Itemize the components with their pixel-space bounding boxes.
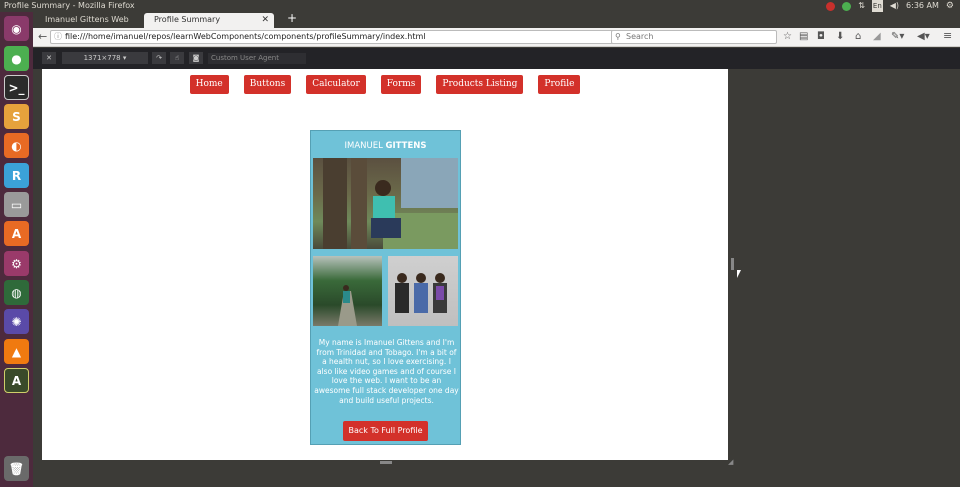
keyboard-layout-indicator[interactable]: En [871, 0, 883, 12]
responsive-design-toolbar: ✕ 1371×778 ▾ ↷ ☝ ◙ Custom User Agent [33, 48, 960, 69]
touch-simulation-icon[interactable]: ☝ [170, 52, 184, 64]
files-icon[interactable]: ▭ [4, 192, 29, 217]
settings-gear-icon[interactable]: ⚙ [946, 0, 954, 12]
profile-last-name: GITTENS [385, 141, 427, 151]
record-indicator-icon[interactable] [826, 1, 836, 11]
navigation-toolbar: ← ⓘ file:///home/imanuel/repos/learnWebC… [33, 28, 960, 47]
search-bar[interactable]: ⚲ Search [611, 30, 777, 44]
back-arrow-icon[interactable]: ← [38, 30, 47, 43]
terminal-icon[interactable]: >_ [4, 75, 29, 100]
chrome-indicator-icon[interactable] [842, 1, 852, 11]
page-viewport: Home Buttons Calculator Forms Products L… [42, 69, 728, 460]
nav-home-button[interactable]: Home [189, 75, 229, 94]
r-app-icon[interactable]: R [4, 163, 29, 188]
hamburger-menu-icon[interactable]: ≡ [943, 29, 952, 42]
search-placeholder: Search [626, 32, 654, 41]
nav-calculator-button[interactable]: Calculator [306, 75, 366, 94]
tab-bar: Imanuel Gittens Web P… Profile Summary ✕… [33, 11, 960, 38]
volume-icon[interactable]: ◀) [890, 0, 899, 12]
sublime-text-icon[interactable]: S [4, 104, 29, 129]
tab-label: Profile Summary [154, 15, 221, 24]
viewport-corner-resize-handle[interactable]: ◢ [728, 458, 733, 466]
viewport-size-select[interactable]: 1371×778 ▾ [62, 52, 148, 64]
download-icon[interactable]: ⬇ [836, 31, 844, 42]
nav-forms-button[interactable]: Forms [380, 75, 422, 94]
rotate-icon[interactable]: ↷ [152, 52, 166, 64]
send-icon[interactable]: ◢ [873, 31, 881, 42]
search-icon: ⚲ [615, 32, 621, 41]
profile-name: IMANUEL GITTENS [311, 141, 460, 153]
close-tab-icon[interactable]: ✕ [261, 13, 269, 27]
gallery-photo-right [388, 256, 458, 326]
viewport-height-resize-handle[interactable] [380, 461, 392, 464]
profile-card: IMANUEL GITTENS My name is Imanuel Gitte… [310, 130, 461, 445]
system-top-panel: Profile Summary - Mozilla Firefox ⇅ En ◀… [0, 0, 960, 12]
new-tab-icon[interactable]: + [287, 11, 297, 25]
back-to-full-profile-button[interactable]: Back To Full Profile [343, 421, 428, 441]
main-profile-photo [313, 158, 458, 249]
software-center-icon[interactable]: A [4, 221, 29, 246]
close-rdm-icon[interactable]: ✕ [42, 52, 56, 64]
trash-icon[interactable]: 🗑 [4, 456, 29, 481]
profile-first-name: IMANUEL [344, 141, 383, 151]
system-tray: ⇅ En ◀) 6:36 AM ⚙ [826, 0, 954, 12]
nav-products-listing-button[interactable]: Products Listing [436, 75, 524, 94]
nav-buttons-button[interactable]: Buttons [243, 75, 292, 94]
url-bar[interactable]: ⓘ file:///home/imanuel/repos/learnWebCom… [50, 30, 639, 44]
user-agent-input[interactable]: Custom User Agent [208, 53, 306, 64]
bookmark-star-icon[interactable]: ☆ [783, 31, 792, 42]
update-manager-icon[interactable]: A [4, 368, 29, 393]
screenshot-camera-icon[interactable]: ◙ [189, 52, 203, 64]
extension-icon[interactable]: ✎▾ [891, 31, 904, 42]
gallery-photo-left [313, 256, 382, 326]
vlc-icon[interactable]: ▲ [4, 339, 29, 364]
viewport-width-resize-handle[interactable] [731, 258, 734, 270]
spiral-app-icon[interactable]: ✺ [4, 309, 29, 334]
system-settings-icon[interactable]: ⚙ [4, 251, 29, 276]
network-icon[interactable]: ⇅ [858, 0, 865, 12]
profile-bio: My name is Imanuel Gittens and I'm from … [314, 338, 459, 405]
tab-imanuel-gittens[interactable]: Imanuel Gittens Web P… [35, 13, 143, 38]
clock[interactable]: 6:36 AM [906, 0, 939, 12]
pocket-icon[interactable]: ◘ [817, 31, 825, 42]
site-nav: Home Buttons Calculator Forms Products L… [42, 75, 728, 94]
ubuntu-dash-icon[interactable]: ◉ [4, 16, 29, 41]
info-icon[interactable]: ⓘ [54, 31, 62, 43]
tab-profile-summary[interactable]: Profile Summary ✕ [144, 13, 274, 28]
clipboard-icon[interactable]: ▤ [799, 31, 808, 42]
home-icon[interactable]: ⌂ [855, 31, 861, 42]
globe-app-icon[interactable]: ◍ [4, 280, 29, 305]
window-title: Profile Summary - Mozilla Firefox [4, 1, 135, 10]
chrome-icon[interactable]: ● [4, 46, 29, 71]
mouse-cursor-icon [737, 270, 741, 278]
url-text: file:///home/imanuel/repos/learnWebCompo… [65, 32, 426, 41]
viewport-dimensions: 1371×778 [83, 54, 121, 62]
unity-launcher: ◉ ● >_ S ◐ R ▭ A ⚙ ◍ ✺ ▲ A 🗑 [0, 12, 33, 487]
developer-icon[interactable]: ◀▾ [917, 31, 930, 42]
firefox-icon[interactable]: ◐ [4, 133, 29, 158]
nav-profile-button[interactable]: Profile [538, 75, 581, 94]
